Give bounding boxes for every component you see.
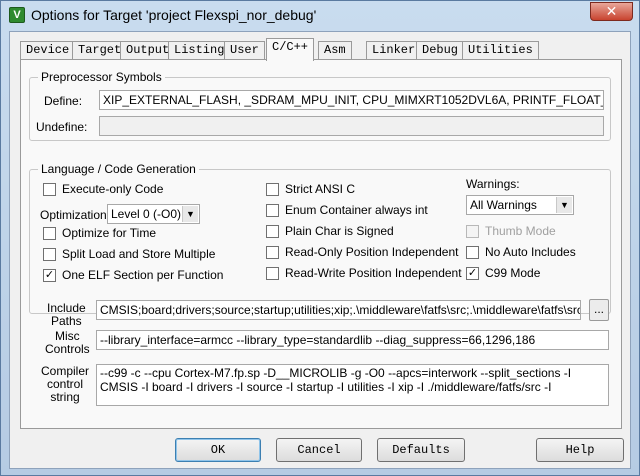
title-bar[interactable]: V Options for Target 'project Flexspi_no… [1, 1, 639, 29]
one-elf-checkbox[interactable]: ✓ One ELF Section per Function [43, 268, 223, 282]
strict-ansi-checkbox[interactable]: Strict ANSI C [266, 182, 355, 196]
misc-controls-input[interactable]: --library_interface=armcc --library_type… [96, 330, 609, 350]
define-label: Define: [44, 94, 83, 108]
dialog-client: Device Target Output Listing User C/C++ … [9, 31, 631, 469]
one-elf-label: One ELF Section per Function [62, 268, 224, 282]
tab-user[interactable]: User [224, 41, 265, 60]
optimize-time-checkbox[interactable]: Optimize for Time [43, 226, 156, 240]
checkbox-box [266, 245, 279, 259]
strict-ansi-label: Strict ANSI C [285, 182, 356, 196]
ok-button[interactable]: OK [175, 438, 261, 462]
c99-mode-label: C99 Mode [485, 266, 541, 280]
preprocessor-group: Preprocessor Symbols Define: XIP_EXTERNA… [29, 70, 611, 141]
ro-pi-checkbox[interactable]: Read-Only Position Independent [266, 245, 458, 259]
warnings-value: All Warnings [470, 198, 537, 212]
close-button[interactable]: ✕ [590, 2, 633, 21]
checkbox-box [266, 266, 279, 280]
warnings-label: Warnings: [466, 177, 520, 191]
language-group: Language / Code Generation Execute-only … [29, 162, 611, 314]
split-load-label: Split Load and Store Multiple [62, 247, 216, 261]
include-paths-label: Include Paths [47, 302, 86, 328]
undefine-label: Undefine: [36, 120, 88, 134]
tab-asm[interactable]: Asm [318, 41, 352, 60]
options-dialog: V Options for Target 'project Flexspi_no… [0, 0, 640, 476]
warnings-select[interactable]: All Warnings ▼ [466, 195, 574, 215]
window-title: Options for Target 'project Flexspi_nor_… [31, 7, 317, 23]
include-paths-label-line2: Paths [51, 314, 82, 328]
tab-cpp[interactable]: C/C++ [266, 38, 315, 61]
check-icon: ✓ [466, 266, 479, 280]
thumb-mode-label: Thumb Mode [485, 224, 556, 238]
tab-debug[interactable]: Debug [416, 41, 465, 60]
split-load-checkbox[interactable]: Split Load and Store Multiple [43, 247, 215, 261]
optimization-value: Level 0 (-O0) [111, 207, 182, 221]
ro-pi-label: Read-Only Position Independent [285, 245, 459, 259]
rw-pi-checkbox[interactable]: Read-Write Position Independent [266, 266, 462, 280]
tab-target[interactable]: Target [72, 41, 128, 60]
misc-controls-label-line2: Controls [45, 342, 90, 356]
define-input[interactable]: XIP_EXTERNAL_FLASH, _SDRAM_MPU_INIT, CPU… [99, 90, 604, 110]
compiler-string-label-line3: string [50, 390, 80, 404]
plain-char-label: Plain Char is Signed [285, 224, 394, 238]
undefine-input[interactable] [99, 116, 604, 136]
preprocessor-group-label: Preprocessor Symbols [38, 70, 165, 84]
check-icon: ✓ [43, 268, 56, 282]
c99-mode-checkbox[interactable]: ✓ C99 Mode [466, 266, 540, 280]
compiler-string-label: Compiler control string [41, 365, 89, 404]
checkbox-box [266, 224, 279, 238]
compiler-string-textarea[interactable]: --c99 -c --cpu Cortex-M7.fp.sp -D__MICRO… [96, 364, 609, 406]
misc-controls-label: Misc Controls [45, 330, 90, 356]
cancel-button[interactable]: Cancel [276, 438, 362, 462]
tab-linker[interactable]: Linker [366, 41, 422, 60]
tab-listing[interactable]: Listing [168, 41, 231, 60]
checkbox-box [43, 247, 56, 261]
include-paths-input[interactable]: CMSIS;board;drivers;source;startup;utili… [96, 300, 581, 320]
rw-pi-label: Read-Write Position Independent [285, 266, 462, 280]
tab-output[interactable]: Output [120, 41, 176, 60]
defaults-button[interactable]: Defaults [377, 438, 465, 462]
no-auto-includes-checkbox[interactable]: No Auto Includes [466, 245, 576, 259]
checkbox-box [266, 182, 279, 196]
optimize-time-label: Optimize for Time [62, 226, 157, 240]
tab-utilities[interactable]: Utilities [462, 41, 539, 60]
chevron-down-icon: ▼ [182, 206, 198, 222]
chevron-down-icon: ▼ [556, 197, 572, 213]
checkbox-box [43, 226, 56, 240]
execute-only-label: Execute-only Code [62, 182, 164, 196]
optimization-select[interactable]: Level 0 (-O0) ▼ [107, 204, 200, 224]
checkbox-box [466, 245, 479, 259]
cpp-tab-panel: Preprocessor Symbols Define: XIP_EXTERNA… [20, 59, 622, 429]
execute-only-checkbox[interactable]: Execute-only Code [43, 182, 163, 196]
checkbox-box [266, 203, 279, 217]
close-icon: ✕ [605, 3, 618, 19]
no-auto-includes-label: No Auto Includes [485, 245, 576, 259]
enum-container-checkbox[interactable]: Enum Container always int [266, 203, 428, 217]
language-group-label: Language / Code Generation [38, 162, 199, 176]
checkbox-box [466, 224, 479, 238]
optimization-label: Optimization: [40, 208, 111, 222]
keil-app-icon: V [9, 7, 25, 23]
help-button[interactable]: Help [536, 438, 624, 462]
include-paths-browse-button[interactable]: ... [589, 299, 609, 321]
tab-device[interactable]: Device [20, 41, 76, 60]
plain-char-checkbox[interactable]: Plain Char is Signed [266, 224, 394, 238]
checkbox-box [43, 182, 56, 196]
thumb-mode-checkbox: Thumb Mode [466, 224, 556, 238]
enum-container-label: Enum Container always int [285, 203, 428, 217]
